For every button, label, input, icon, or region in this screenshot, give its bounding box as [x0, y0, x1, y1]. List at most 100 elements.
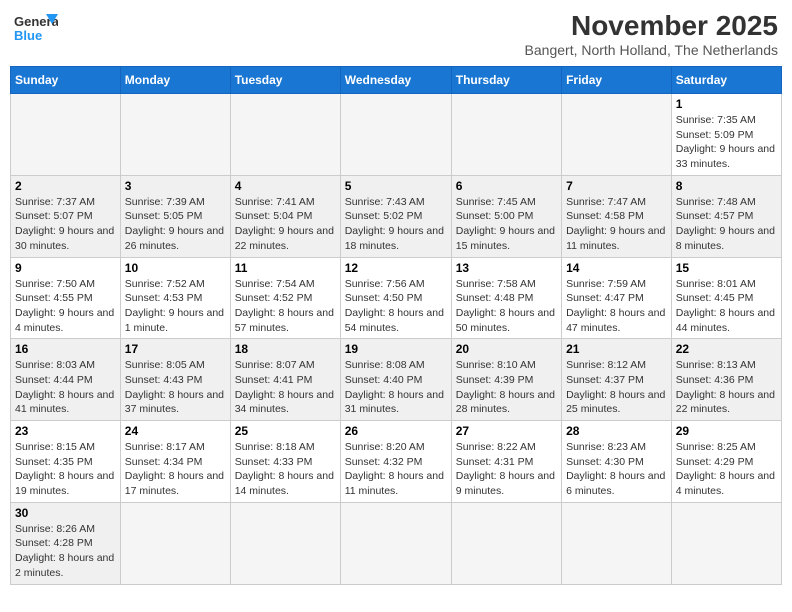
calendar-day-cell: 7Sunrise: 7:47 AM Sunset: 4:58 PM Daylig…: [562, 175, 672, 257]
day-number: 13: [456, 261, 557, 275]
calendar-week-row: 1 Sunrise: 7:35 AM Sunset: 5:09 PM Daylig…: [11, 94, 782, 176]
day-info: Sunrise: 7:58 AM Sunset: 4:48 PM Dayligh…: [456, 277, 557, 336]
day-info: Sunrise: 7:39 AM Sunset: 5:05 PM Dayligh…: [125, 195, 226, 254]
day-number: 5: [345, 179, 447, 193]
calendar-header-friday: Friday: [562, 67, 672, 94]
day-info: Sunrise: 8:05 AM Sunset: 4:43 PM Dayligh…: [125, 358, 226, 417]
location-subtitle: Bangert, North Holland, The Netherlands: [525, 42, 778, 58]
day-number: 22: [676, 342, 777, 356]
day-info: Sunrise: 7:56 AM Sunset: 4:50 PM Dayligh…: [345, 277, 447, 336]
day-number: 11: [235, 261, 336, 275]
calendar-day-cell: 1 Sunrise: 7:35 AM Sunset: 5:09 PM Daylig…: [671, 94, 781, 176]
day-info: Sunrise: 7:41 AM Sunset: 5:04 PM Dayligh…: [235, 195, 336, 254]
calendar-day-cell: 14 Sunrise: 7:59 AM Sunset: 4:47 PM Dayli…: [562, 257, 672, 339]
calendar-day-cell: 27Sunrise: 8:22 AM Sunset: 4:31 PM Dayli…: [451, 421, 561, 503]
calendar-day-cell: 9Sunrise: 7:50 AM Sunset: 4:55 PM Daylig…: [11, 257, 121, 339]
logo: General Blue: [14, 10, 58, 46]
calendar-day-cell: 8Sunrise: 7:48 AM Sunset: 4:57 PM Daylig…: [671, 175, 781, 257]
day-info: Sunrise: 8:13 AM Sunset: 4:36 PM Dayligh…: [676, 358, 777, 417]
day-number: 30: [15, 506, 116, 520]
day-info: Sunrise: 7:43 AM Sunset: 5:02 PM Dayligh…: [345, 195, 447, 254]
day-number: 27: [456, 424, 557, 438]
calendar-day-cell: 12 Sunrise: 7:56 AM Sunset: 4:50 PM Dayli…: [340, 257, 451, 339]
calendar-day-cell: 6Sunrise: 7:45 AM Sunset: 5:00 PM Daylig…: [451, 175, 561, 257]
calendar-day-cell: 4Sunrise: 7:41 AM Sunset: 5:04 PM Daylig…: [230, 175, 340, 257]
day-number: 25: [235, 424, 336, 438]
calendar-day-cell: [230, 502, 340, 584]
title-section: November 2025 Bangert, North Holland, Th…: [525, 10, 778, 58]
day-number: 16: [15, 342, 116, 356]
calendar-week-row: 16Sunrise: 8:03 AM Sunset: 4:44 PM Dayli…: [11, 339, 782, 421]
day-info: Sunrise: 7:37 AM Sunset: 5:07 PM Dayligh…: [15, 195, 116, 254]
day-info: Sunrise: 8:20 AM Sunset: 4:32 PM Dayligh…: [345, 440, 447, 499]
day-info: Sunrise: 8:10 AM Sunset: 4:39 PM Dayligh…: [456, 358, 557, 417]
calendar-week-row: 30 Sunrise: 8:26 AM Sunset: 4:28 PM Dayli…: [11, 502, 782, 584]
day-number: 6: [456, 179, 557, 193]
day-number: 9: [15, 261, 116, 275]
calendar-day-cell: 30 Sunrise: 8:26 AM Sunset: 4:28 PM Dayli…: [11, 502, 121, 584]
day-number: 21: [566, 342, 667, 356]
generalblue-logo-icon: General Blue: [14, 10, 58, 46]
day-number: 1: [676, 97, 777, 111]
day-info: Sunrise: 7:35 AM Sunset: 5:09 PM Dayligh…: [676, 113, 777, 172]
calendar-day-cell: 10 Sunrise: 7:52 AM Sunset: 4:53 PM Dayli…: [120, 257, 230, 339]
calendar-table: SundayMondayTuesdayWednesdayThursdayFrid…: [10, 66, 782, 585]
calendar-day-cell: 24 Sunrise: 8:17 AM Sunset: 4:34 PM Dayli…: [120, 421, 230, 503]
calendar-day-cell: 23Sunrise: 8:15 AM Sunset: 4:35 PM Dayli…: [11, 421, 121, 503]
day-number: 7: [566, 179, 667, 193]
calendar-day-cell: [562, 502, 672, 584]
day-number: 18: [235, 342, 336, 356]
calendar-day-cell: [120, 94, 230, 176]
day-info: Sunrise: 8:12 AM Sunset: 4:37 PM Dayligh…: [566, 358, 667, 417]
calendar-day-cell: [11, 94, 121, 176]
day-info: Sunrise: 7:59 AM Sunset: 4:47 PM Dayligh…: [566, 277, 667, 336]
calendar-header-row: SundayMondayTuesdayWednesdayThursdayFrid…: [11, 67, 782, 94]
day-info: Sunrise: 8:18 AM Sunset: 4:33 PM Dayligh…: [235, 440, 336, 499]
day-number: 26: [345, 424, 447, 438]
day-info: Sunrise: 8:08 AM Sunset: 4:40 PM Dayligh…: [345, 358, 447, 417]
day-number: 14: [566, 261, 667, 275]
day-info: Sunrise: 8:15 AM Sunset: 4:35 PM Dayligh…: [15, 440, 116, 499]
day-number: 17: [125, 342, 226, 356]
day-number: 10: [125, 261, 226, 275]
calendar-day-cell: [451, 94, 561, 176]
calendar-day-cell: [451, 502, 561, 584]
day-info: Sunrise: 8:01 AM Sunset: 4:45 PM Dayligh…: [676, 277, 777, 336]
calendar-header-monday: Monday: [120, 67, 230, 94]
day-info: Sunrise: 7:48 AM Sunset: 4:57 PM Dayligh…: [676, 195, 777, 254]
calendar-day-cell: 17 Sunrise: 8:05 AM Sunset: 4:43 PM Dayli…: [120, 339, 230, 421]
day-number: 20: [456, 342, 557, 356]
calendar-day-cell: [340, 502, 451, 584]
day-info: Sunrise: 8:23 AM Sunset: 4:30 PM Dayligh…: [566, 440, 667, 499]
calendar-day-cell: [340, 94, 451, 176]
day-number: 12: [345, 261, 447, 275]
calendar-header-tuesday: Tuesday: [230, 67, 340, 94]
day-info: Sunrise: 7:52 AM Sunset: 4:53 PM Dayligh…: [125, 277, 226, 336]
day-number: 15: [676, 261, 777, 275]
day-info: Sunrise: 8:17 AM Sunset: 4:34 PM Dayligh…: [125, 440, 226, 499]
calendar-day-cell: 26 Sunrise: 8:20 AM Sunset: 4:32 PM Dayli…: [340, 421, 451, 503]
calendar-day-cell: 19 Sunrise: 8:08 AM Sunset: 4:40 PM Dayli…: [340, 339, 451, 421]
calendar-day-cell: 21 Sunrise: 8:12 AM Sunset: 4:37 PM Dayli…: [562, 339, 672, 421]
day-info: Sunrise: 7:54 AM Sunset: 4:52 PM Dayligh…: [235, 277, 336, 336]
day-info: Sunrise: 8:07 AM Sunset: 4:41 PM Dayligh…: [235, 358, 336, 417]
calendar-week-row: 9Sunrise: 7:50 AM Sunset: 4:55 PM Daylig…: [11, 257, 782, 339]
svg-text:Blue: Blue: [14, 28, 42, 43]
calendar-day-cell: 16Sunrise: 8:03 AM Sunset: 4:44 PM Dayli…: [11, 339, 121, 421]
calendar-day-cell: [230, 94, 340, 176]
day-number: 29: [676, 424, 777, 438]
calendar-day-cell: 28Sunrise: 8:23 AM Sunset: 4:30 PM Dayli…: [562, 421, 672, 503]
day-info: Sunrise: 8:26 AM Sunset: 4:28 PM Dayligh…: [15, 522, 116, 581]
month-title: November 2025: [525, 10, 778, 42]
calendar-day-cell: 2Sunrise: 7:37 AM Sunset: 5:07 PM Daylig…: [11, 175, 121, 257]
calendar-day-cell: 18 Sunrise: 8:07 AM Sunset: 4:41 PM Dayli…: [230, 339, 340, 421]
day-number: 24: [125, 424, 226, 438]
calendar-day-cell: 5 Sunrise: 7:43 AM Sunset: 5:02 PM Daylig…: [340, 175, 451, 257]
day-number: 19: [345, 342, 447, 356]
calendar-day-cell: [562, 94, 672, 176]
calendar-header-thursday: Thursday: [451, 67, 561, 94]
calendar-day-cell: 20 Sunrise: 8:10 AM Sunset: 4:39 PM Dayli…: [451, 339, 561, 421]
calendar-day-cell: 25 Sunrise: 8:18 AM Sunset: 4:33 PM Dayli…: [230, 421, 340, 503]
calendar-week-row: 23Sunrise: 8:15 AM Sunset: 4:35 PM Dayli…: [11, 421, 782, 503]
calendar-day-cell: 11 Sunrise: 7:54 AM Sunset: 4:52 PM Dayli…: [230, 257, 340, 339]
